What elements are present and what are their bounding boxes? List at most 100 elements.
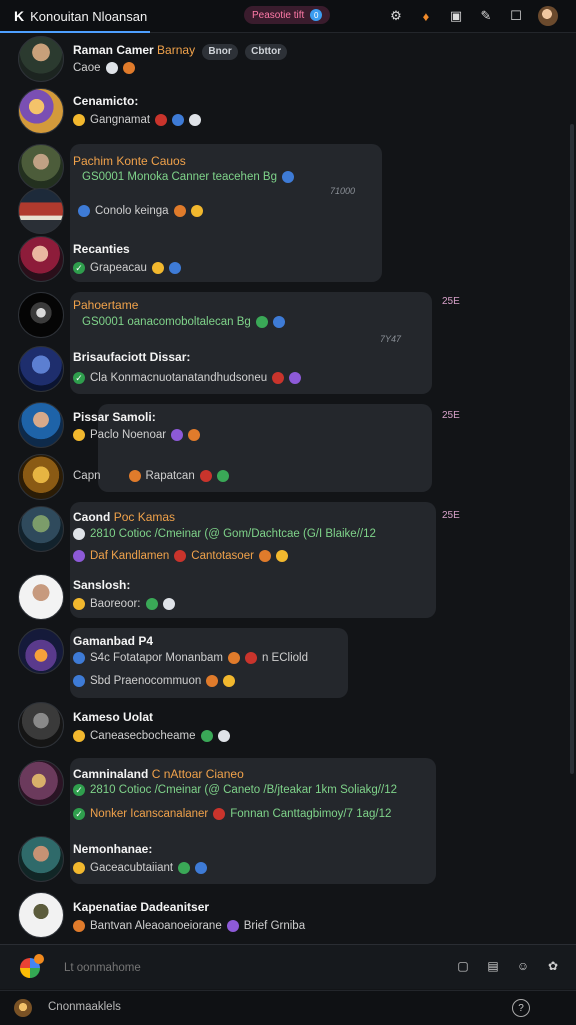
- avatar[interactable]: [18, 760, 64, 806]
- avatar[interactable]: [18, 188, 64, 234]
- author-tag: Poc Kamas: [113, 510, 176, 524]
- message-author[interactable]: Raman Camer Barnay Bnor Cbttor: [73, 43, 288, 60]
- reaction-icon[interactable]: [217, 730, 230, 742]
- message-author[interactable]: Camninaland C nAttoar Cianeo: [73, 767, 244, 781]
- message-body: Gaceacubtaiiant: [90, 862, 174, 874]
- avatar[interactable]: [18, 454, 64, 500]
- settings-icon[interactable]: ⚙: [388, 8, 404, 24]
- message-body: 2810 Cotioc /Cmeinar (@ Caneto /B/jteaka…: [90, 784, 397, 796]
- reaction-icon[interactable]: [289, 372, 302, 384]
- author-name[interactable]: Pissar Samoli:: [73, 410, 156, 424]
- avatar[interactable]: [18, 892, 64, 938]
- author-name[interactable]: Brisaufaciott Dissar:: [73, 350, 190, 364]
- message-input[interactable]: [62, 957, 426, 979]
- avatar[interactable]: [18, 236, 64, 282]
- reaction-icon[interactable]: [188, 429, 201, 441]
- author-name[interactable]: Cenamicto:: [73, 94, 138, 108]
- reaction-icon[interactable]: [178, 862, 191, 874]
- reaction-icon[interactable]: [272, 372, 285, 384]
- reaction-icon[interactable]: [145, 598, 158, 610]
- reaction-icon[interactable]: [223, 675, 236, 687]
- tag-chip[interactable]: Cbttor: [245, 44, 288, 60]
- author-name[interactable]: Pahoertame: [73, 298, 138, 312]
- author-name[interactable]: Sanslosh:: [73, 578, 130, 592]
- message-body-tail: Fonnan Canttagbimoy/7 1ag/12: [230, 808, 392, 820]
- author-name[interactable]: Capn: [73, 470, 101, 482]
- reaction-icon[interactable]: [244, 652, 257, 664]
- emoji-icon: [73, 730, 85, 742]
- fire-icon[interactable]: ♦: [418, 8, 434, 24]
- reaction-icon[interactable]: [190, 205, 203, 217]
- tool-icon[interactable]: ✎: [478, 8, 494, 24]
- avatar[interactable]: [18, 506, 64, 552]
- reaction-icon[interactable]: [173, 205, 186, 217]
- reaction-icon[interactable]: [226, 920, 239, 932]
- message-text: ✓ Grapeacau: [73, 262, 181, 274]
- check-icon: ✓: [73, 808, 85, 820]
- scrollbar[interactable]: [570, 124, 574, 774]
- author-name[interactable]: Pachim Konte Cauos: [73, 154, 186, 168]
- app-title: Konouitan Nloansan: [30, 8, 148, 24]
- reaction-icon[interactable]: [162, 598, 175, 610]
- reaction-icon[interactable]: [189, 114, 202, 126]
- reaction-icon[interactable]: [200, 730, 213, 742]
- reaction-icon[interactable]: [195, 862, 208, 874]
- message-text: ✓ Nonker Icanscanalaner Fonnan Canttagbi…: [73, 808, 391, 820]
- user-avatar[interactable]: [14, 999, 32, 1017]
- attach-icon[interactable]: ▢: [456, 959, 470, 973]
- emoji-icon: [73, 528, 85, 540]
- reaction-icon[interactable]: [174, 550, 187, 562]
- author-name[interactable]: Kapenatiae Dadeanitser: [73, 900, 209, 914]
- side-badge[interactable]: 25E: [442, 510, 460, 521]
- avatar[interactable]: [18, 836, 64, 882]
- emoji-icon[interactable]: ☺: [516, 959, 530, 973]
- reaction-icon[interactable]: [216, 470, 229, 482]
- window-icon[interactable]: ☐: [508, 8, 524, 24]
- live-status-pill[interactable]: Peasotie tift 0: [244, 6, 331, 24]
- avatar[interactable]: [18, 36, 64, 82]
- image-icon[interactable]: ▤: [486, 959, 500, 973]
- reaction-icon[interactable]: [282, 171, 294, 183]
- message-body-tail: Brief Grniba: [243, 920, 306, 932]
- reaction-icon[interactable]: [206, 675, 219, 687]
- reaction-icon[interactable]: [213, 808, 226, 820]
- reaction-icon[interactable]: [151, 262, 164, 274]
- reaction-icon[interactable]: [272, 316, 285, 328]
- emoji-icon: [73, 675, 85, 687]
- author-name[interactable]: Nemonhanae:: [73, 842, 152, 856]
- tag-chip[interactable]: Bnor: [202, 44, 238, 60]
- side-badge[interactable]: 25E: [442, 296, 460, 307]
- help-icon[interactable]: ?: [512, 999, 530, 1017]
- reaction-icon[interactable]: [171, 429, 184, 441]
- reaction-icon[interactable]: [255, 316, 268, 328]
- message-text: Bantvan Aleaoanoeiorane Brief Grniba: [73, 920, 305, 932]
- reaction-icon[interactable]: [199, 470, 212, 482]
- reaction-icon[interactable]: [122, 62, 135, 74]
- sticker-icon[interactable]: ✿: [546, 959, 560, 973]
- message-author[interactable]: Caond Poc Kamas: [73, 510, 175, 524]
- reaction-icon[interactable]: [168, 262, 181, 274]
- reaction-icon[interactable]: [258, 550, 271, 562]
- profile-avatar[interactable]: [538, 6, 558, 26]
- avatar[interactable]: [18, 88, 64, 134]
- avatar[interactable]: [18, 292, 64, 338]
- emoji-icon: [73, 114, 85, 126]
- message-composer: ▢ ▤ ☺ ✿: [0, 944, 576, 989]
- cube-icon[interactable]: ▣: [448, 8, 464, 24]
- avatar[interactable]: [18, 144, 64, 190]
- avatar[interactable]: [18, 574, 64, 620]
- reaction-icon[interactable]: [105, 62, 118, 74]
- avatar[interactable]: [18, 402, 64, 448]
- avatar[interactable]: [18, 346, 64, 392]
- reaction-icon[interactable]: [172, 114, 185, 126]
- reaction-icon[interactable]: [275, 550, 288, 562]
- author-name[interactable]: Recanties: [73, 242, 130, 256]
- avatar[interactable]: [18, 702, 64, 748]
- author-name[interactable]: Kameso Uolat: [73, 710, 153, 724]
- reaction-icon[interactable]: [155, 114, 168, 126]
- avatar[interactable]: [18, 628, 64, 674]
- top-toolbar: ⚙ ♦ ▣ ✎ ☐: [388, 6, 558, 26]
- side-badge[interactable]: 25E: [442, 410, 460, 421]
- author-name[interactable]: Gamanbad P4: [73, 634, 153, 648]
- reaction-icon[interactable]: [227, 652, 240, 664]
